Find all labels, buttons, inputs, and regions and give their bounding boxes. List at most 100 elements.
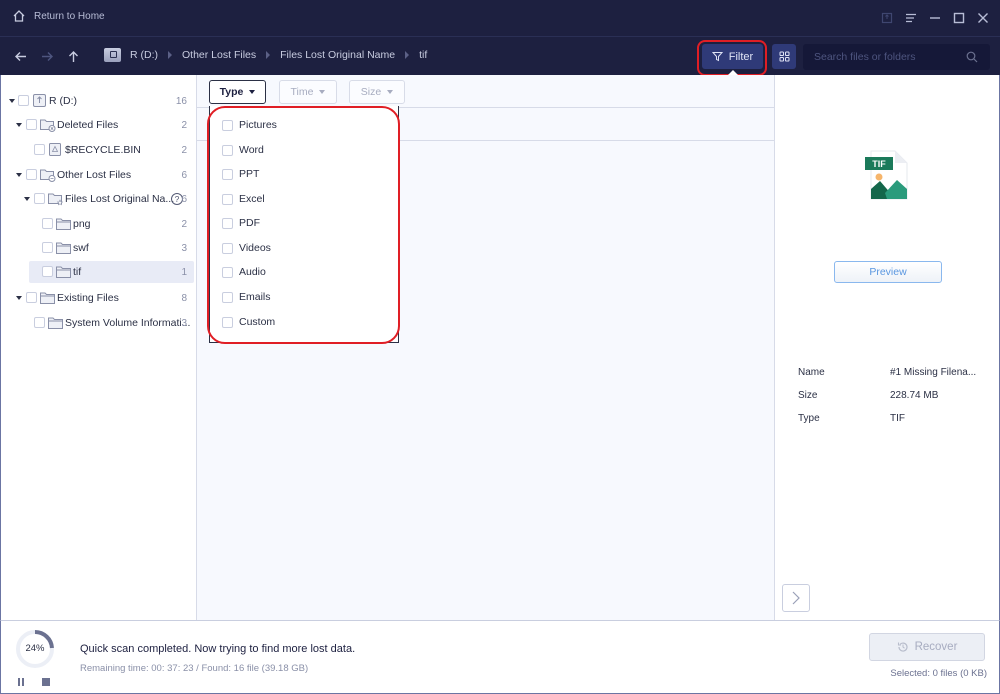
- tree-checkbox[interactable]: [42, 218, 53, 229]
- export-button[interactable]: [878, 8, 896, 28]
- type-option-word[interactable]: Word: [222, 141, 264, 159]
- pause-icon: [18, 678, 20, 686]
- tree-checkbox[interactable]: [34, 317, 45, 328]
- search-input[interactable]: [803, 51, 958, 63]
- folder-icon: [48, 317, 63, 329]
- folder-icon: [56, 242, 71, 254]
- menu-icon: [906, 13, 916, 23]
- checkbox[interactable]: [222, 217, 233, 229]
- tree-checkbox[interactable]: [42, 266, 53, 277]
- tree-item-png[interactable]: png 2: [1, 213, 194, 235]
- file-list-area: Type Time Size Pictures Word PPT Excel P…: [197, 75, 774, 620]
- tree-label: png: [73, 218, 91, 230]
- return-home-button[interactable]: Return to Home: [12, 9, 105, 23]
- checkbox[interactable]: [222, 291, 233, 303]
- type-option-pdf[interactable]: PDF: [222, 214, 260, 232]
- history-icon: [897, 642, 908, 652]
- tree-count: 1: [181, 266, 187, 278]
- type-option-label: Videos: [239, 242, 271, 254]
- search-icon[interactable]: [966, 51, 978, 63]
- view-toggle-button[interactable]: [772, 44, 796, 69]
- checkbox[interactable]: [222, 119, 233, 131]
- search-box: [803, 44, 990, 70]
- checkbox[interactable]: [222, 144, 233, 156]
- folder-icon: [56, 218, 71, 230]
- home-icon: [13, 10, 25, 22]
- property-key: Type: [798, 413, 820, 424]
- tree-item-swf[interactable]: swf 3: [1, 237, 194, 259]
- type-option-pictures[interactable]: Pictures: [222, 116, 277, 134]
- tree-item-deleted-files[interactable]: Deleted Files 2: [1, 114, 194, 136]
- type-option-custom[interactable]: Custom: [222, 313, 275, 331]
- folder-tree: R (D:) 16 Deleted Files 2 $RECYCLE.BIN 2…: [0, 75, 197, 620]
- back-button[interactable]: [12, 48, 28, 64]
- breadcrumb-separator-icon: [266, 51, 271, 59]
- tree-item-system-volume-information[interactable]: System Volume Informati... 3: [1, 312, 194, 334]
- time-filter-dropdown[interactable]: Time: [279, 80, 337, 104]
- forward-button[interactable]: [39, 48, 55, 64]
- checkbox[interactable]: [222, 193, 233, 205]
- tree-checkbox[interactable]: [34, 193, 45, 204]
- pause-button[interactable]: [18, 678, 26, 686]
- preview-button[interactable]: Preview: [834, 261, 942, 283]
- type-option-videos[interactable]: Videos: [222, 239, 271, 257]
- tree-checkbox[interactable]: [42, 242, 53, 253]
- type-option-label: Word: [239, 144, 264, 156]
- recover-button[interactable]: Recover: [869, 633, 985, 661]
- tree-label: R (D:): [49, 95, 77, 107]
- tree-label: Deleted Files: [57, 119, 119, 131]
- tree-item-files-lost-original-name[interactable]: Files Lost Original Na... ? 6: [1, 188, 194, 210]
- checkbox[interactable]: [222, 316, 233, 328]
- type-filter-dropdown[interactable]: Type: [209, 80, 266, 104]
- lost-name-folder-icon: [48, 193, 64, 206]
- expand-arrow-icon[interactable]: [16, 296, 22, 300]
- tree-item-tif[interactable]: tif 1: [29, 261, 194, 283]
- size-filter-dropdown[interactable]: Size: [349, 80, 405, 104]
- filter-button[interactable]: Filter: [702, 44, 763, 69]
- tree-item-existing-files[interactable]: Existing Files 8: [1, 287, 194, 309]
- menu-button[interactable]: [902, 8, 920, 28]
- tree-item-drive[interactable]: R (D:) 16: [1, 90, 194, 112]
- tree-checkbox[interactable]: [18, 95, 29, 106]
- up-button[interactable]: [65, 48, 81, 64]
- expand-panel-button[interactable]: [782, 584, 810, 612]
- tree-checkbox[interactable]: [34, 144, 45, 155]
- recover-label: Recover: [914, 641, 958, 653]
- type-option-excel[interactable]: Excel: [222, 190, 265, 208]
- breadcrumb-drive[interactable]: R (D:): [130, 47, 158, 63]
- expand-arrow-icon[interactable]: [9, 99, 15, 103]
- tree-checkbox[interactable]: [26, 292, 37, 303]
- type-option-label: Emails: [239, 291, 271, 303]
- breadcrumb-other-lost-files[interactable]: Other Lost Files: [182, 47, 256, 63]
- expand-arrow-icon[interactable]: [16, 123, 22, 127]
- type-option-emails[interactable]: Emails: [222, 288, 271, 306]
- checkbox[interactable]: [222, 266, 233, 278]
- chevron-down-icon: [387, 90, 394, 94]
- tree-item-recycle-bin[interactable]: $RECYCLE.BIN 2: [1, 139, 194, 161]
- checkbox[interactable]: [222, 168, 233, 180]
- property-key: Size: [798, 390, 818, 401]
- breadcrumb-files-lost-original-name[interactable]: Files Lost Original Name: [280, 47, 395, 63]
- property-row-type: Type TIF: [798, 413, 988, 427]
- minimize-button[interactable]: [926, 8, 944, 28]
- checkbox[interactable]: [222, 242, 233, 254]
- expand-arrow-icon[interactable]: [24, 197, 30, 201]
- stop-button[interactable]: [42, 678, 50, 686]
- filter-icon: [711, 52, 723, 62]
- tree-item-other-lost-files[interactable]: Other Lost Files 6: [1, 164, 194, 186]
- tree-label: tif: [73, 266, 82, 278]
- tree-count: 3: [181, 242, 187, 254]
- size-filter-label: Size: [360, 86, 382, 98]
- selection-summary: Selected: 0 files (0 KB): [890, 668, 987, 679]
- arrow-left-icon: [14, 51, 26, 61]
- expand-arrow-icon[interactable]: [16, 173, 22, 177]
- maximize-button[interactable]: [950, 8, 968, 28]
- type-option-audio[interactable]: Audio: [222, 263, 266, 281]
- tree-checkbox[interactable]: [26, 169, 37, 180]
- tree-count: 6: [181, 193, 187, 205]
- breadcrumb-tif[interactable]: tif: [419, 47, 427, 63]
- type-option-ppt[interactable]: PPT: [222, 165, 259, 183]
- tree-count: 3: [181, 317, 187, 329]
- tree-checkbox[interactable]: [26, 119, 37, 130]
- close-button[interactable]: [974, 8, 992, 28]
